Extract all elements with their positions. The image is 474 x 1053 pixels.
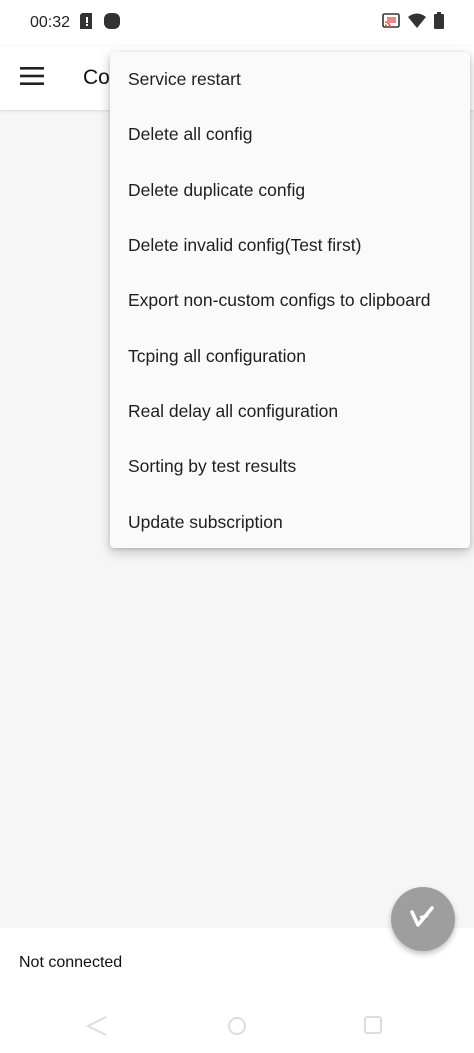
menu-item-export-to-clipboard[interactable]: Export non-custom configs to clipboard: [110, 273, 470, 328]
status-right: [382, 12, 444, 34]
menu-item-update-subscription[interactable]: Update subscription: [110, 494, 470, 549]
home-icon[interactable]: [227, 1016, 247, 1041]
status-time: 00:32: [30, 14, 71, 31]
connection-status-text: Not connected: [19, 954, 123, 971]
menu-item-tcping-all[interactable]: Tcping all configuration: [110, 328, 470, 383]
status-left: 00:32: [30, 12, 121, 34]
menu-item-service-restart[interactable]: Service restart: [110, 52, 470, 107]
wifi-icon: [408, 13, 426, 33]
back-icon[interactable]: [85, 1016, 108, 1041]
v-logo-icon: [410, 905, 436, 933]
app-title: Co: [83, 66, 110, 89]
connect-fab-button[interactable]: [391, 887, 455, 951]
menu-item-delete-all-config[interactable]: Delete all config: [110, 107, 470, 162]
menu-item-sort-by-results[interactable]: Sorting by test results: [110, 439, 470, 494]
app-circle-icon: [104, 12, 121, 34]
menu-item-delete-invalid-config[interactable]: Delete invalid config(Test first): [110, 218, 470, 273]
hamburger-icon: [20, 66, 44, 90]
recents-icon[interactable]: [364, 1016, 382, 1039]
battery-icon: [434, 12, 444, 34]
nav-drawer-button[interactable]: [0, 46, 64, 110]
system-nav-bar: [0, 1000, 474, 1053]
overflow-menu: Service restart Delete all config Delete…: [110, 52, 470, 548]
menu-item-real-delay-all[interactable]: Real delay all configuration: [110, 384, 470, 439]
cast-icon: [382, 13, 400, 33]
screen: 00:32 Co Not connected Service restart D…: [0, 0, 474, 1053]
menu-item-delete-duplicate-config[interactable]: Delete duplicate config: [110, 163, 470, 218]
status-bar: 00:32: [0, 0, 474, 46]
alert-card-icon: [80, 12, 94, 34]
